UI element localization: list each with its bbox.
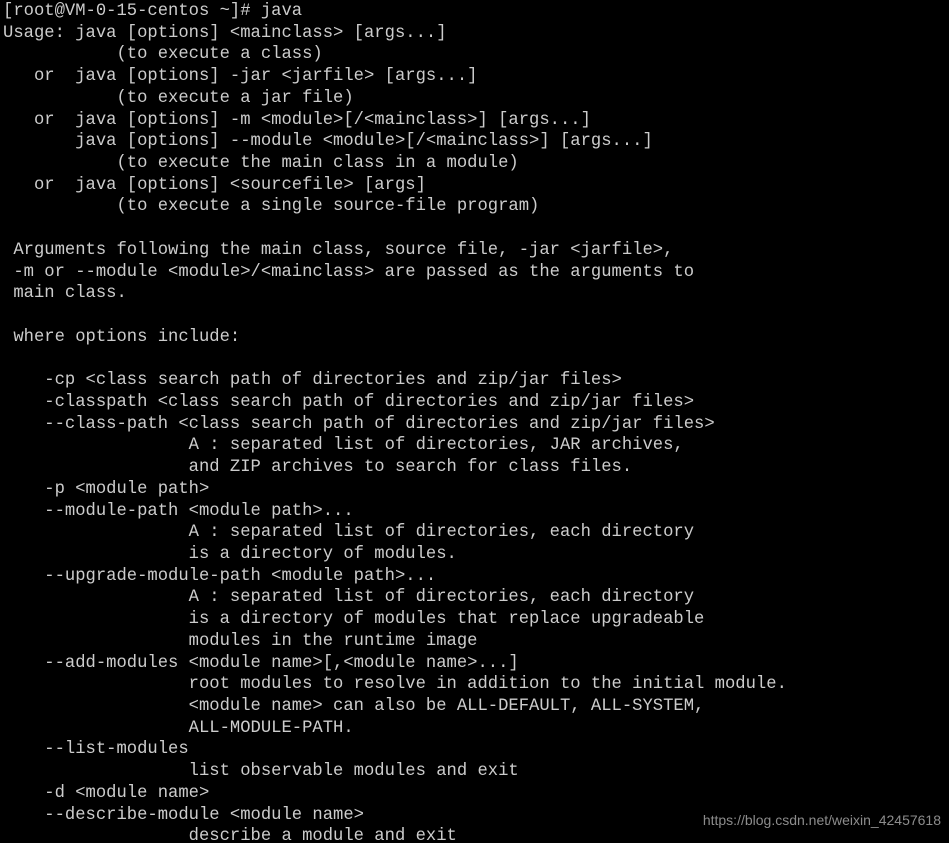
terminal-output-line: A : separated list of directories, JAR a… — [3, 436, 684, 456]
terminal-output-line: (to execute a class) — [3, 45, 323, 65]
terminal-output-line: is a directory of modules that replace u… — [3, 610, 705, 630]
terminal-output-line: -classpath <class search path of directo… — [3, 392, 695, 412]
terminal-output-line: Usage: java [options] <mainclass> [args.… — [3, 23, 447, 43]
terminal-output-line: A : separated list of directories, each … — [3, 523, 695, 543]
terminal-output-line: -m or --module <module>/<mainclass> are … — [3, 262, 695, 282]
terminal-output-line: -p <module path> — [3, 479, 210, 499]
terminal-output-line: A : separated list of directories, each … — [3, 588, 695, 608]
terminal-output-line: -cp <class search path of directories an… — [3, 371, 622, 391]
terminal-output-line: --module-path <module path>... — [3, 501, 354, 521]
terminal-prompt-line: [root@VM-0-15-centos ~]# java — [3, 2, 303, 21]
terminal-output-line: modules in the runtime image — [3, 631, 478, 651]
terminal-output-line: or java [options] -jar <jarfile> [args..… — [3, 67, 478, 87]
terminal-output-line: --describe-module <module name> — [3, 805, 364, 825]
terminal-output-line: java [options] --module <module>[/<mainc… — [3, 132, 653, 152]
terminal-output-line: is a directory of modules. — [3, 544, 457, 564]
terminal-output-line: (to execute a single source-file program… — [3, 197, 540, 217]
terminal-output-line: describe a module and exit — [3, 827, 457, 843]
terminal-output-line: main class. — [3, 284, 127, 304]
terminal-output-line: list observable modules and exit — [3, 762, 519, 782]
terminal-output-line: --class-path <class search path of direc… — [3, 414, 715, 434]
terminal-output-line: where options include: — [3, 327, 241, 347]
terminal-output-line: ALL-MODULE-PATH. — [3, 718, 354, 738]
terminal-output-line: --list-modules — [3, 740, 189, 760]
terminal-output-line: and ZIP archives to search for class fil… — [3, 458, 633, 478]
terminal-output-line: or java [options] -m <module>[/<mainclas… — [3, 110, 591, 130]
terminal-output-line: Arguments following the main class, sour… — [3, 240, 674, 260]
terminal-output-line: or java [options] <sourcefile> [args] — [3, 175, 426, 195]
terminal-output-line: --upgrade-module-path <module path>... — [3, 566, 437, 586]
terminal-screen-output: [root@VM-0-15-centos ~]# java Usage: java… — [3, 1, 949, 843]
terminal-output-line: (to execute the main class in a module) — [3, 154, 519, 174]
terminal-output-line: -d <module name> — [3, 783, 210, 803]
terminal-output-line: (to execute a jar file) — [3, 88, 354, 108]
terminal-output-line: --add-modules <module name>[,<module nam… — [3, 653, 519, 673]
terminal-window[interactable]: [root@VM-0-15-centos ~]# java Usage: java… — [0, 0, 949, 843]
terminal-output-line: <module name> can also be ALL-DEFAULT, A… — [3, 697, 705, 716]
terminal-output-line: root modules to resolve in addition to t… — [3, 675, 787, 695]
